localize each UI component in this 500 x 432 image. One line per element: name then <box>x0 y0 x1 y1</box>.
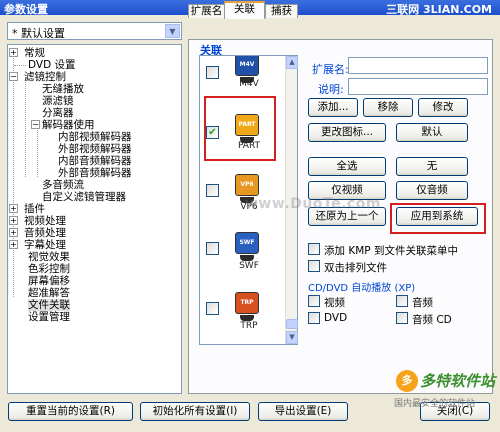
autoplay-group-title: CD/DVD 自动播放 (XP) <box>308 283 416 294</box>
select-none-button[interactable]: 无 <box>396 157 468 176</box>
list-item-label: SWF <box>239 261 259 271</box>
tree-item[interactable]: 视觉效果 <box>28 251 70 263</box>
checkbox[interactable] <box>206 66 219 79</box>
tree-item[interactable]: 滤镜控制 <box>24 71 66 83</box>
preset-value: * 默认设置 <box>12 27 65 40</box>
autoplay-audio-label: 音频 <box>412 297 433 309</box>
tab-extensions[interactable]: 扩展名 <box>188 4 225 18</box>
apply-to-system-button[interactable]: 应用到系统 <box>396 207 478 226</box>
ext-input[interactable] <box>348 57 488 74</box>
tree-collapse-icon[interactable]: − <box>9 72 18 81</box>
tree-collapse-icon[interactable]: − <box>31 120 40 129</box>
logo-subtext: 国内最安全的软件站 <box>394 399 476 409</box>
tree-expand-icon[interactable]: + <box>9 228 18 237</box>
init-all-button[interactable]: 初始化所有设置(I) <box>140 402 250 421</box>
settings-tree: + 常规 DVD 设置 − 滤镜控制 无缝播放 源滤镜 分离器 − 解码器使用 … <box>7 44 182 394</box>
site-logo: 多 多特软件站 国内最安全的软件站 <box>394 370 498 410</box>
chevron-down-icon[interactable]: ▼ <box>165 24 180 38</box>
add-menu-checkbox[interactable] <box>308 243 320 255</box>
tree-item[interactable]: 源滤镜 <box>42 95 74 107</box>
list-item-label: M4V <box>239 79 259 89</box>
change-icon-button[interactable]: 更改图标... <box>308 123 386 142</box>
tree-expand-icon[interactable]: + <box>9 204 18 213</box>
dblclick-queue-checkbox[interactable] <box>308 260 320 272</box>
tree-item[interactable]: 多音频流 <box>42 179 84 191</box>
list-item-label: TRP <box>240 321 258 331</box>
tree-expand-icon[interactable]: + <box>9 216 18 225</box>
brand-text: 三联网 3LIAN.COM <box>386 3 492 16</box>
tab-capture[interactable]: 捕获 <box>265 4 298 18</box>
scroll-up-icon[interactable]: ▲ <box>286 56 298 69</box>
remove-button[interactable]: 移除 <box>363 98 413 117</box>
audio-only-button[interactable]: 仅音频 <box>396 181 468 200</box>
autoplay-video-label: 视频 <box>324 297 345 309</box>
desc-input[interactable] <box>348 78 488 95</box>
checkbox[interactable] <box>206 184 219 197</box>
tree-item[interactable]: 无缝播放 <box>42 83 84 95</box>
trp-file-icon: TRP <box>235 292 259 321</box>
tree-item[interactable]: 屏幕偏移 <box>28 275 70 287</box>
tree-line <box>37 125 38 177</box>
tree-expand-icon[interactable]: + <box>9 240 18 249</box>
tree-item[interactable]: 音频处理 <box>24 227 66 239</box>
tree-line <box>13 53 14 297</box>
tree-item-selected[interactable]: 文件关联 <box>28 299 70 311</box>
tree-item[interactable]: 内部视频解码器 <box>58 131 132 143</box>
autoplay-video-checkbox[interactable] <box>308 295 320 307</box>
m4v-file-icon: M4V <box>235 56 259 83</box>
tree-item[interactable]: 内部音频解码器 <box>58 155 132 167</box>
reset-current-button[interactable]: 重置当前的设置(R) <box>8 402 133 421</box>
tree-item[interactable]: 超准解答 <box>28 287 70 299</box>
tree-expand-icon[interactable]: + <box>9 48 18 57</box>
export-button[interactable]: 导出设置(E) <box>258 402 348 421</box>
select-all-button[interactable]: 全选 <box>308 157 386 176</box>
scroll-thumb[interactable] <box>286 319 298 329</box>
dblclick-queue-label: 双击排列文件 <box>324 262 387 274</box>
highlight-box <box>204 96 276 161</box>
tab-association[interactable]: 关联 <box>224 1 265 19</box>
preset-select[interactable]: * 默认设置 ▼ <box>7 22 182 40</box>
checkbox[interactable] <box>206 302 219 315</box>
tree-item[interactable]: 插件 <box>24 203 45 215</box>
tree-item[interactable]: 色彩控制 <box>28 263 70 275</box>
tree-item[interactable]: 常规 <box>24 47 45 59</box>
checkbox[interactable] <box>206 242 219 255</box>
tree-item[interactable]: 分离器 <box>42 107 74 119</box>
tree-item[interactable]: 设置管理 <box>28 311 70 323</box>
tree-item[interactable]: 外部视频解码器 <box>58 143 132 155</box>
tree-line <box>14 65 26 66</box>
autoplay-audio-cd-checkbox[interactable] <box>396 312 408 324</box>
desc-label: 说明: <box>318 83 344 96</box>
logo-text: 多特软件站 <box>420 372 496 390</box>
logo-badge: 多 <box>396 370 418 392</box>
tree-item[interactable]: 视频处理 <box>24 215 66 227</box>
tree-item[interactable]: 解码器使用 <box>42 119 95 131</box>
window-title: 参数设置 <box>4 3 48 16</box>
tree-line <box>25 77 26 177</box>
swf-file-icon: SWF <box>235 232 259 261</box>
add-button[interactable]: 添加... <box>308 98 358 117</box>
list-item[interactable]: TRP TRP <box>200 290 290 344</box>
tree-item[interactable]: DVD 设置 <box>28 59 76 71</box>
vp6-file-icon: VP6 <box>235 174 259 203</box>
autoplay-audio-cd-label: 音频 CD <box>412 314 452 326</box>
default-button[interactable]: 默认 <box>396 123 468 142</box>
autoplay-dvd-label: DVD <box>324 312 348 324</box>
tree-item[interactable]: 字幕处理 <box>24 239 66 251</box>
ext-label: 扩展名: <box>312 63 349 76</box>
scroll-down-icon[interactable]: ▼ <box>286 331 298 344</box>
tree-item[interactable]: 自定义滤镜管理器 <box>42 191 126 203</box>
watermark-text: www.DuoTe.com <box>245 196 381 212</box>
tree-item[interactable]: 外部音频解码器 <box>58 167 132 179</box>
autoplay-audio-checkbox[interactable] <box>396 295 408 307</box>
list-item[interactable]: SWF SWF <box>200 230 290 290</box>
add-menu-label: 添加 KMP 到文件关联菜单中 <box>324 245 458 257</box>
autoplay-dvd-checkbox[interactable] <box>308 312 320 324</box>
modify-button[interactable]: 修改 <box>418 98 468 117</box>
